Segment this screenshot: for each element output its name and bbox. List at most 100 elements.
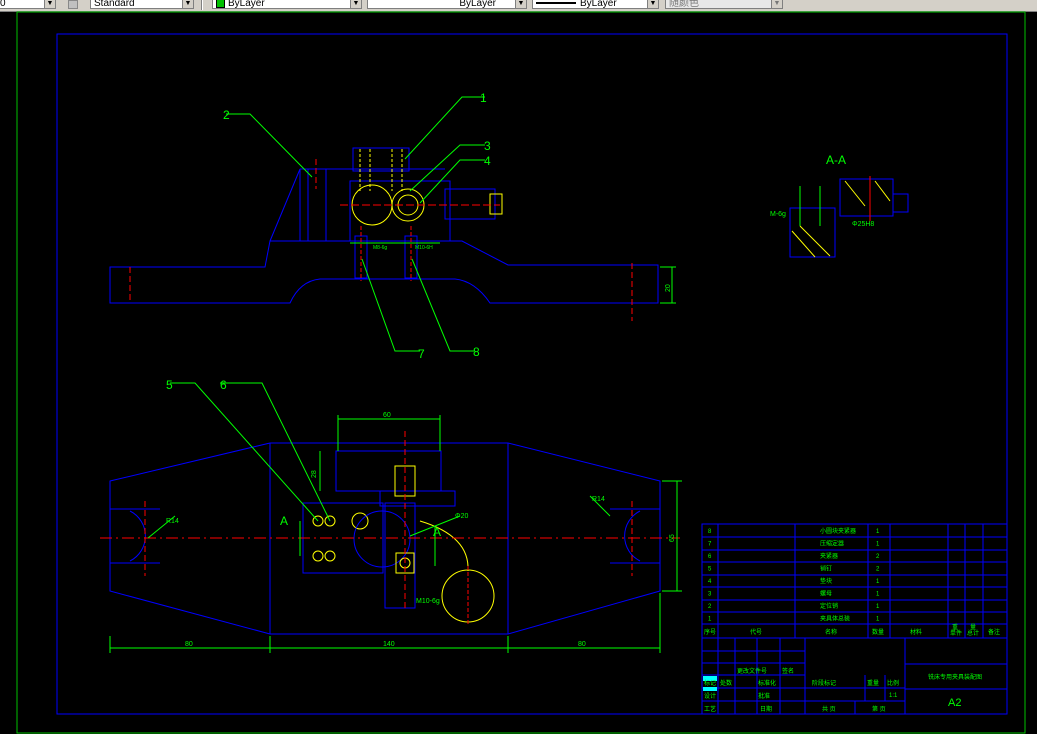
row-label-design: 设计 [704, 692, 716, 700]
weight-label: 重量 [867, 679, 879, 687]
dim-top-hole-2: M10-6H [415, 245, 433, 251]
header-weight-a: 重 [952, 623, 958, 631]
part-qty: 1 [876, 617, 880, 623]
scale-value: 1:1 [889, 693, 898, 699]
header-name: 名称 [825, 628, 837, 636]
dim-hole-dia: Φ20 [455, 513, 468, 520]
title-block-highlight [703, 687, 717, 691]
part-qty: 2 [876, 554, 880, 560]
page-number: 第 页 [872, 705, 886, 713]
title-block-text: 铣床专用夹具装配图 A2 阶段标记 重量 比例 1:1 共 页 第 页 标记 设… [704, 667, 982, 713]
color-combo[interactable]: 0 ▼ [0, 0, 56, 9]
lineweight-value: ByLayer [580, 0, 617, 9]
balloon-5: 5 [166, 378, 173, 392]
part-qty: 1 [876, 542, 880, 548]
dim-radius-right: R14 [592, 496, 605, 503]
section-title: A-A [826, 153, 846, 167]
section-marker-right: A [433, 525, 441, 539]
col-label-count: 处数 [720, 679, 732, 687]
dim-top-height: 28 [311, 470, 318, 478]
sign-label-sign: 签名 [782, 667, 794, 675]
part-number: 2 [708, 604, 712, 610]
chevron-down-icon[interactable]: ▼ [44, 0, 55, 8]
color-combo-value: 0 [0, 0, 6, 9]
scale-label: 比例 [887, 679, 899, 687]
part-name: 小圆块夹紧器 [820, 527, 856, 535]
dim-section-fit: Φ25H8 [852, 221, 874, 228]
header-remark: 备注 [988, 628, 1000, 636]
part-number: 7 [708, 542, 712, 548]
part-name: 压缩定器 [820, 540, 844, 548]
col-label-approve: 批准 [758, 692, 770, 700]
parts-header: 序号 代号 名称 数量 材料 单件 总计 备注 重 量 [704, 623, 1000, 637]
balloon-7: 7 [418, 347, 425, 361]
dim-height-right: 65 [669, 534, 676, 542]
chevron-down-icon[interactable]: ▼ [350, 0, 361, 8]
section-a-a-view [789, 176, 909, 258]
drawing-canvas[interactable]: 1 2 3 4 7 8 5 6 A-A A A 60 28 65 80 140 … [0, 11, 1037, 734]
plotstyle-combo[interactable]: 随颜色 ▼ [665, 0, 783, 9]
balloon-1: 1 [480, 91, 487, 105]
header-weight-b: 量 [970, 624, 976, 631]
layer-color-combo[interactable]: ByLayer ▼ [212, 0, 362, 9]
balloon-4: 4 [484, 154, 491, 168]
dim-radius-left: R14 [166, 518, 179, 525]
stage-label: 阶段标记 [812, 679, 836, 687]
part-number: 6 [708, 554, 712, 560]
top-view [109, 96, 676, 352]
layer-color-value: ByLayer [228, 0, 265, 9]
balloon-3: 3 [484, 139, 491, 153]
dim-mid-length: 140 [383, 641, 395, 648]
parts-list [701, 523, 1008, 639]
part-qty: 1 [876, 529, 880, 535]
text-style-combo[interactable]: Standard ▼ [90, 0, 194, 9]
lineweight-combo[interactable]: ByLayer ▼ [532, 0, 659, 9]
chevron-down-icon[interactable]: ▼ [182, 0, 193, 8]
sheet-outer-border [16, 11, 1026, 734]
part-qty: 1 [876, 604, 880, 610]
drawing-name: 铣床专用夹具装配图 [928, 673, 982, 681]
part-number: 4 [708, 579, 712, 585]
sheet-count: 共 页 [822, 705, 836, 713]
part-name: 夹具体总装 [820, 615, 850, 623]
part-name: 定位销 [820, 602, 838, 610]
sign-label-date: 日期 [760, 705, 772, 713]
chevron-down-icon[interactable]: ▼ [647, 0, 658, 8]
dim-top-width: 60 [383, 412, 391, 419]
header-no: 序号 [704, 628, 716, 636]
dim-thread: M10-6g [416, 598, 440, 605]
text-style-icon[interactable] [68, 0, 78, 9]
part-name: 螺母 [820, 590, 832, 598]
row-label-mark: 标记 [704, 679, 716, 687]
toolbar-separator [201, 0, 203, 10]
chevron-down-icon[interactable]: ▼ [515, 0, 526, 8]
linetype-combo[interactable]: ByLayer ▼ [367, 0, 527, 9]
part-qty: 2 [876, 567, 880, 573]
part-number: 3 [708, 592, 712, 598]
part-number: 8 [708, 529, 712, 535]
dim-left-length: 80 [185, 641, 193, 648]
plotstyle-value: 随颜色 [669, 0, 699, 9]
balloon-6: 6 [220, 378, 227, 392]
section-marker-left: A [280, 514, 288, 528]
part-qty: 1 [876, 579, 880, 585]
header-code: 代号 [750, 628, 762, 636]
color-swatch-icon [216, 0, 225, 8]
part-name: 销钉 [820, 565, 832, 573]
dim-right-length: 80 [578, 641, 586, 648]
header-qty: 数量 [872, 628, 884, 636]
part-name: 垫块 [820, 577, 832, 585]
dim-section-thread: M-6g [770, 211, 786, 218]
col-label-standard: 标准化 [758, 679, 776, 687]
row-label-process: 工艺 [704, 705, 716, 713]
balloon-2: 2 [223, 108, 230, 122]
part-qty: 1 [876, 592, 880, 598]
part-number: 1 [708, 617, 712, 623]
line-sample-icon [536, 2, 576, 5]
linetype-value: ByLayer [459, 0, 496, 9]
chevron-down-icon[interactable]: ▼ [771, 0, 782, 8]
sign-label-file: 更改文件号 [737, 667, 767, 675]
dim-side-height: 20 [665, 284, 672, 292]
front-view [100, 382, 682, 653]
part-name: 夹紧器 [820, 552, 838, 560]
